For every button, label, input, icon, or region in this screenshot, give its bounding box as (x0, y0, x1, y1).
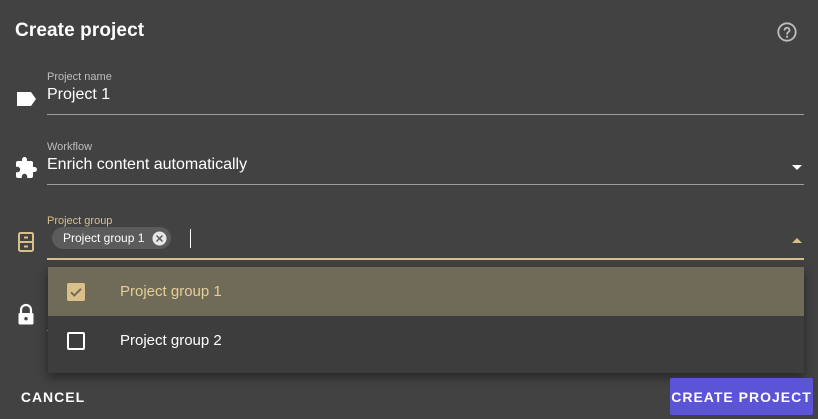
chevron-up-icon[interactable] (792, 238, 802, 243)
cabinet-icon (18, 232, 34, 252)
workflow-underline (47, 184, 804, 185)
workflow-label: Workflow (47, 141, 93, 153)
option-label: Project group 1 (120, 283, 222, 300)
project-name-input[interactable]: Project 1 (47, 86, 110, 104)
cancel-button[interactable]: CANCEL (14, 380, 92, 414)
project-name-field[interactable]: Project name Project 1 (47, 71, 804, 115)
workflow-select[interactable]: Enrich content automatically (47, 156, 247, 174)
project-group-field[interactable]: Project group Project group 1 (47, 215, 804, 260)
project-name-label: Project name (47, 71, 112, 83)
checkbox-empty-icon[interactable] (67, 331, 85, 350)
menu-option-project-group-2[interactable]: Project group 2 (48, 316, 804, 365)
label-tag-icon (17, 92, 36, 106)
help-circle-icon[interactable] (776, 21, 798, 43)
project-group-menu: Project group 1 Project group 2 (48, 267, 804, 373)
dialog-title: Create project (15, 20, 145, 41)
project-name-underline (47, 114, 804, 115)
puzzle-piece-icon (16, 157, 37, 178)
project-group-chip[interactable]: Project group 1 (52, 227, 172, 249)
create-project-button[interactable]: CREATE PROJECT (670, 378, 813, 415)
chip-label: Project group 1 (63, 231, 145, 245)
workflow-field[interactable]: Workflow Enrich content automatically (47, 141, 804, 185)
lock-icon (18, 303, 34, 325)
project-group-underline (47, 258, 804, 260)
menu-option-project-group-1[interactable]: Project group 1 (48, 267, 804, 316)
chevron-down-icon[interactable] (792, 165, 802, 170)
option-label: Project group 2 (120, 332, 222, 349)
text-caret (190, 229, 191, 248)
close-circle-icon[interactable] (152, 230, 167, 246)
checkbox-checked-icon[interactable] (67, 282, 85, 301)
create-project-dialog: Create project Project name Project 1 Wo… (0, 0, 818, 419)
project-group-label: Project group (47, 215, 113, 227)
